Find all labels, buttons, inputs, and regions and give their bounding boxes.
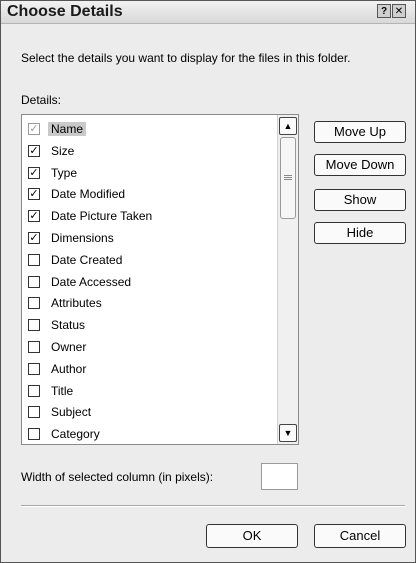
details-list-item-label: Title [51, 383, 74, 398]
details-list-item-label: Date Accessed [51, 274, 132, 289]
details-list-item-label: Subject [51, 405, 92, 420]
checkbox-checked-icon: ✓ [28, 123, 40, 135]
checkbox-unchecked-icon[interactable] [28, 406, 40, 419]
checkbox-unchecked-icon[interactable] [28, 341, 40, 353]
details-list-item[interactable]: Status [28, 315, 268, 335]
details-list-item[interactable]: Title [28, 381, 268, 401]
details-list-item-label: Size [51, 143, 75, 158]
details-list-item[interactable]: Date Created [28, 250, 268, 270]
cancel-button[interactable]: Cancel [314, 524, 406, 548]
move-up-button[interactable]: Move Up [314, 121, 406, 143]
details-list-item[interactable]: ✓ Type [28, 163, 268, 183]
column-width-label: Width of selected column (in pixels): [21, 470, 214, 484]
details-list-item-label: Date Created [51, 252, 123, 267]
details-list-item[interactable]: ✓ Name [28, 119, 268, 139]
details-list-item-label: Attributes [51, 296, 102, 311]
details-label: Details: [21, 93, 62, 107]
move-down-button[interactable]: Move Down [314, 154, 406, 176]
details-list-item-label: Type [51, 165, 78, 180]
checkbox-checked-icon[interactable]: ✓ [28, 188, 40, 201]
checkbox-unchecked-icon[interactable] [28, 253, 40, 266]
checkbox-unchecked-icon[interactable] [28, 319, 40, 332]
checkbox-checked-icon[interactable]: ✓ [28, 166, 40, 179]
checkbox-checked-icon[interactable]: ✓ [28, 232, 40, 244]
details-list-item-label: Date Modified [51, 187, 126, 202]
checkbox-unchecked-icon[interactable] [28, 362, 40, 375]
separator [21, 505, 405, 507]
details-list: ✓ Name ✓ Size ✓ Type ✓ Date Modified ✓ Date Pictu… [22, 115, 278, 444]
details-list-item[interactable]: ✓ Date Picture Taken [28, 206, 268, 226]
checkbox-checked-icon[interactable]: ✓ [28, 210, 40, 223]
instruction-text: Select the details you want to display f… [21, 51, 351, 65]
close-icon[interactable]: ✕ [392, 4, 406, 18]
vertical-scrollbar[interactable]: ▲ ▼ [277, 115, 298, 444]
details-list-item-label: Dimensions [51, 231, 114, 245]
hide-button[interactable]: Hide [314, 222, 406, 244]
details-list-item-label: Author [51, 361, 87, 376]
details-list-item-label: Date Picture Taken [51, 209, 153, 224]
column-width-input[interactable] [261, 463, 298, 490]
checkbox-unchecked-icon[interactable] [28, 384, 40, 397]
title-bar: Choose Details ? ✕ [1, 1, 415, 24]
details-list-item[interactable]: Author [28, 359, 268, 379]
scroll-up-icon[interactable]: ▲ [279, 117, 297, 135]
checkbox-unchecked-icon[interactable] [28, 428, 40, 441]
details-list-item[interactable]: ✓ Dimensions [28, 228, 268, 248]
details-list-item[interactable]: ✓ Date Modified [28, 184, 268, 204]
help-icon[interactable]: ? [377, 4, 391, 18]
scroll-down-icon[interactable]: ▼ [279, 424, 297, 442]
scrollbar-thumb[interactable] [280, 137, 296, 219]
details-list-item[interactable]: Owner [28, 337, 268, 357]
details-list-item-label: Name [48, 122, 87, 136]
show-button[interactable]: Show [314, 189, 406, 211]
details-list-item[interactable]: Category [28, 424, 268, 444]
details-list-item[interactable]: Date Accessed [28, 272, 268, 292]
ok-button[interactable]: OK [206, 524, 298, 548]
checkbox-checked-icon[interactable]: ✓ [28, 144, 40, 157]
details-list-item[interactable]: Attributes [28, 293, 268, 313]
details-list-item-label: Owner [51, 340, 87, 354]
details-list-item-label: Status [51, 318, 86, 333]
details-list-item-label: Category [51, 427, 100, 442]
choose-details-dialog: Choose Details ? ✕ Select the details yo… [0, 0, 416, 563]
checkbox-unchecked-icon[interactable] [28, 275, 40, 288]
checkbox-unchecked-icon[interactable] [28, 297, 40, 310]
details-list-item[interactable]: ✓ Size [28, 141, 268, 161]
dialog-title: Choose Details [7, 3, 123, 20]
details-list-item[interactable]: Subject [28, 402, 268, 422]
details-listbox[interactable]: ✓ Name ✓ Size ✓ Type ✓ Date Modified ✓ Date Pictu… [21, 114, 299, 445]
